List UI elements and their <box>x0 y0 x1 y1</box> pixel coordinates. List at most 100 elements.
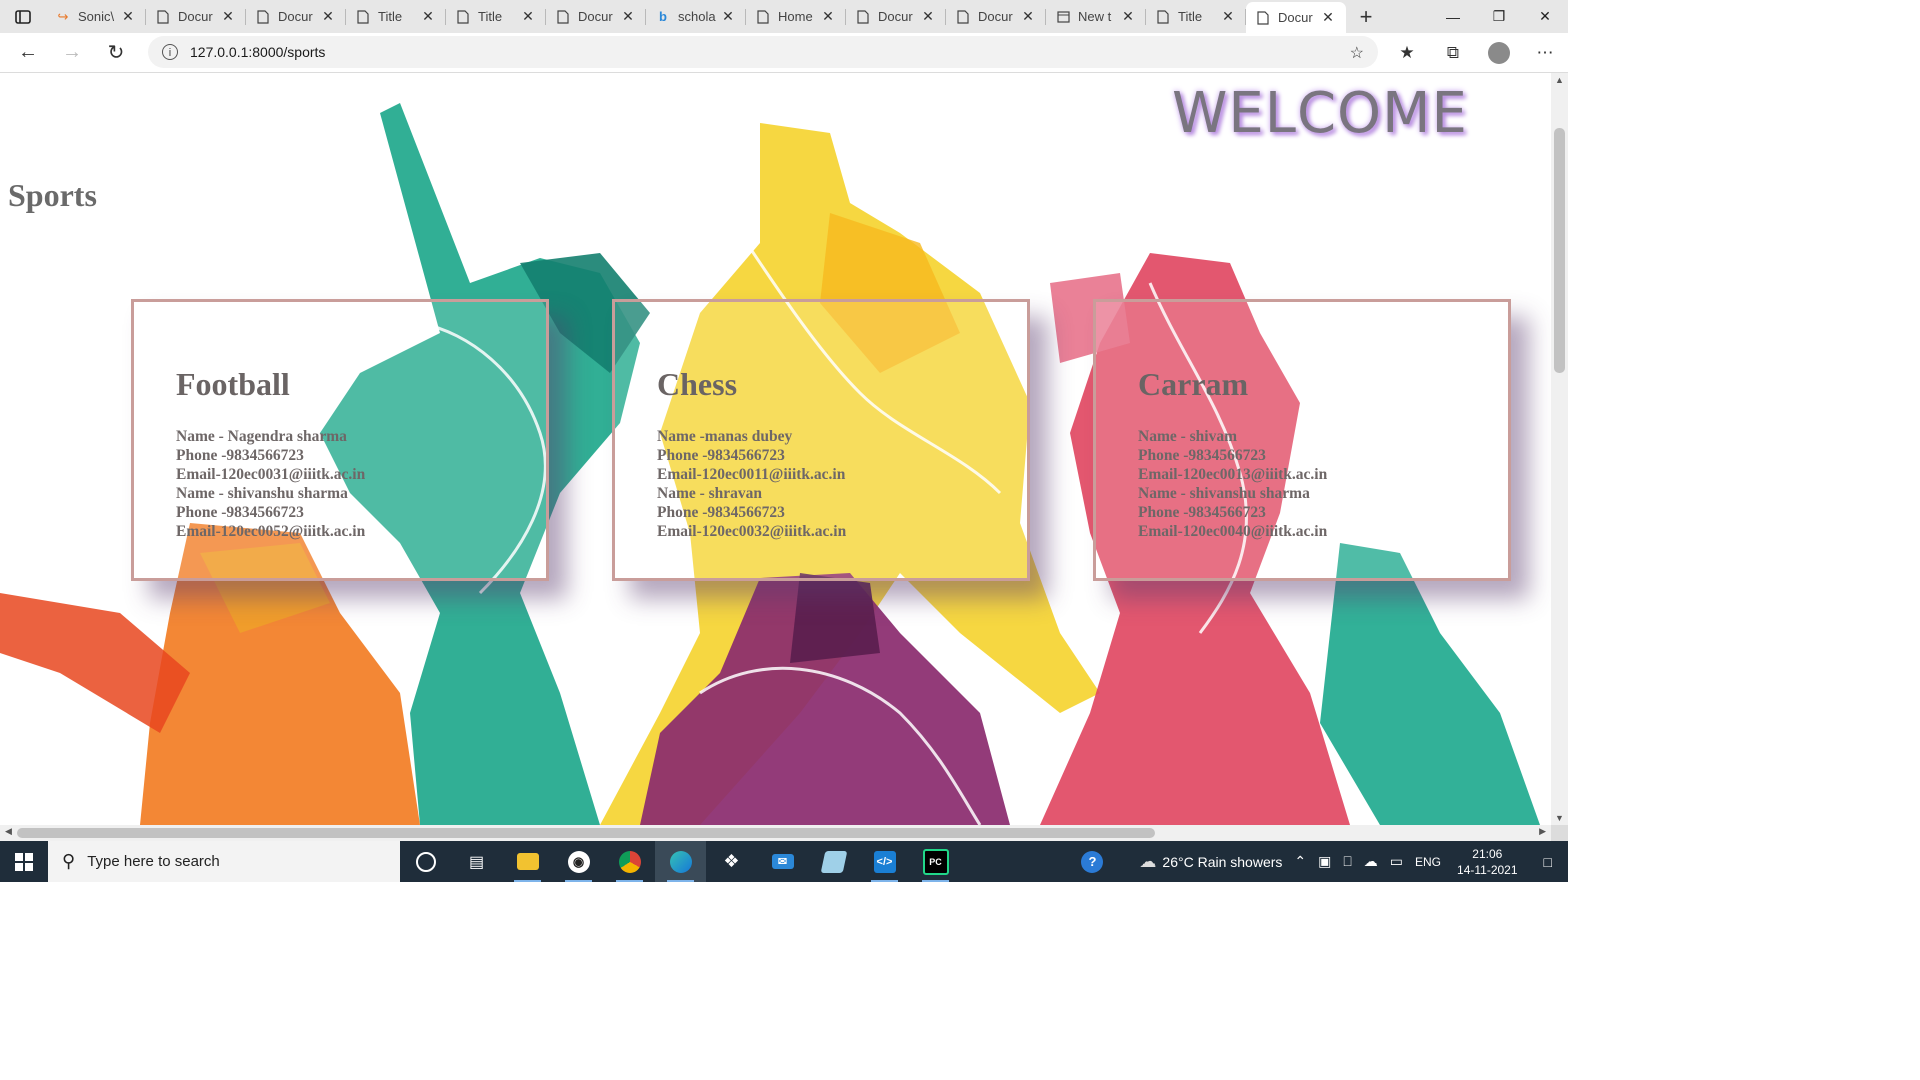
restore-button[interactable]: ❐ <box>1476 0 1522 33</box>
close-window-button[interactable]: ✕ <box>1522 0 1568 33</box>
close-tab-icon[interactable]: ✕ <box>420 8 436 25</box>
file-explorer-button[interactable] <box>502 841 553 882</box>
page-icon <box>156 9 170 24</box>
sonic-icon: ↪ <box>57 8 69 24</box>
site-info-icon[interactable]: i <box>162 44 178 60</box>
browser-tab[interactable]: Title ✕ <box>346 0 446 33</box>
close-tab-icon[interactable]: ✕ <box>1020 8 1036 25</box>
settings-menu-button[interactable]: ⋯ <box>1522 35 1568 71</box>
pycharm-button[interactable]: PC <box>910 841 961 882</box>
bing-icon: b <box>659 9 667 24</box>
notepad-icon <box>820 850 847 873</box>
github-icon: ◉ <box>567 850 590 873</box>
contact-line: Name - shravan <box>657 484 763 502</box>
contact-line: Email-120ec0013@iiitk.ac.in <box>1138 465 1328 483</box>
avatar <box>1488 41 1510 64</box>
close-tab-icon[interactable]: ✕ <box>1120 8 1136 25</box>
horizontal-scrollbar[interactable]: ◀ ▶ <box>0 825 1551 841</box>
scroll-right-icon[interactable]: ▶ <box>1539 826 1546 837</box>
browser-tab[interactable]: b schola ✕ <box>646 0 746 33</box>
vscode-button[interactable]: </> <box>859 841 910 882</box>
close-tab-icon[interactable]: ✕ <box>320 8 336 25</box>
help-button[interactable]: ? <box>1075 850 1109 873</box>
sport-card-football: Football Name - Nagendra sharma Phone -9… <box>131 299 549 581</box>
task-view-button[interactable]: ▤ <box>451 841 502 882</box>
refresh-icon: ↻ <box>107 42 125 64</box>
close-tab-icon[interactable]: ✕ <box>1320 9 1336 26</box>
forward-button[interactable]: → <box>50 35 94 71</box>
page-icon <box>856 9 870 24</box>
battery-icon: ▭ <box>1389 853 1404 869</box>
show-hidden-icons-button[interactable]: ⌃ <box>1288 853 1312 870</box>
language-indicator[interactable]: ENG <box>1409 855 1447 869</box>
tab-actions-button[interactable] <box>0 0 46 33</box>
minimize-button[interactable]: — <box>1430 0 1476 33</box>
collections-button[interactable]: ⧉ <box>1430 35 1476 71</box>
contact-line: Name - Nagendra sharma <box>176 428 347 445</box>
browser-tab[interactable]: ↪ Sonic\ ✕ <box>46 0 146 33</box>
browser-tab[interactable]: Docur ✕ <box>1246 2 1346 33</box>
refresh-button[interactable]: ↻ <box>94 35 138 71</box>
profile-button[interactable] <box>1476 35 1522 71</box>
horizontal-scroll-thumb[interactable] <box>17 828 1155 838</box>
scrollbar-corner <box>1551 825 1568 841</box>
notepad-button[interactable] <box>808 841 859 882</box>
dropbox-button[interactable]: ❖ <box>706 841 757 882</box>
start-button[interactable] <box>0 841 48 882</box>
contact-line: Email-120ec0031@iiitk.ac.in <box>176 465 366 483</box>
tab-label: New t <box>1078 9 1112 24</box>
github-button[interactable]: ◉ <box>553 841 604 882</box>
back-button[interactable]: ← <box>6 35 50 71</box>
taskbar-search[interactable]: ⚲ Type here to search <box>48 841 400 882</box>
browser-tab[interactable]: Docur ✕ <box>546 0 646 33</box>
address-bar[interactable]: i 127.0.0.1:8000/sports ☆ <box>148 36 1378 68</box>
chrome-button[interactable] <box>604 841 655 882</box>
scroll-left-icon[interactable]: ◀ <box>5 826 12 837</box>
vertical-scrollbar[interactable]: ▲ ▼ <box>1551 73 1568 825</box>
vertical-scroll-thumb[interactable] <box>1554 128 1565 373</box>
close-tab-icon[interactable]: ✕ <box>520 8 536 25</box>
browser-toolbar: ← → ↻ i 127.0.0.1:8000/sports ☆ ★ ⧉ ⋯ <box>0 33 1568 73</box>
close-tab-icon[interactable]: ✕ <box>820 8 836 25</box>
edge-button[interactable] <box>655 841 706 882</box>
browser-tab[interactable]: Docur ✕ <box>946 0 1046 33</box>
close-tab-icon[interactable]: ✕ <box>1220 8 1236 25</box>
network-button[interactable]: ▣ <box>1312 853 1337 870</box>
cortana-button[interactable] <box>400 841 451 882</box>
sport-card-chess: Chess Name -manas dubey Phone -983456672… <box>612 299 1030 581</box>
toolbar-right: ★ ⧉ ⋯ <box>1384 33 1568 72</box>
contact-line: Name - shivam <box>1138 428 1238 445</box>
close-tab-icon[interactable]: ✕ <box>120 8 136 25</box>
onedrive-button[interactable]: ☁ <box>1358 853 1384 870</box>
contact-line: Name - shivanshu sharma <box>176 484 348 502</box>
url-text[interactable]: 127.0.0.1:8000/sports <box>190 44 325 60</box>
weather-widget[interactable]: ☁ 26°C Rain showers <box>1109 852 1288 872</box>
newtab-icon <box>1056 10 1070 24</box>
browser-tab[interactable]: Docur ✕ <box>846 0 946 33</box>
browser-tab[interactable]: Title ✕ <box>446 0 546 33</box>
close-tab-icon[interactable]: ✕ <box>220 8 236 25</box>
tab-strip: ↪ Sonic\ ✕ Docur ✕ Docur ✕ Title ✕ Title ✕ Docur ✕ b s… <box>0 0 1568 33</box>
battery-button[interactable]: ▭ <box>1384 853 1409 870</box>
tab-label: Title <box>478 9 503 24</box>
clock[interactable]: 21:06 14-11-2021 <box>1447 846 1528 878</box>
close-tab-icon[interactable]: ✕ <box>620 8 636 25</box>
close-tab-icon[interactable]: ✕ <box>720 8 736 25</box>
device-button[interactable]: ⎕ <box>1337 853 1357 870</box>
browser-tab[interactable]: Docur ✕ <box>146 0 246 33</box>
scroll-up-icon[interactable]: ▲ <box>1551 75 1568 85</box>
browser-tab[interactable]: Docur ✕ <box>246 0 346 33</box>
page-icon <box>1156 9 1170 24</box>
favorites-button[interactable]: ★ <box>1384 35 1430 71</box>
add-favorite-icon[interactable]: ☆ <box>1350 43 1364 63</box>
sport-card-carram: Carram Name - shivam Phone -9834566723 E… <box>1093 299 1511 581</box>
browser-tab[interactable]: Home ✕ <box>746 0 846 33</box>
mail-button[interactable]: ✉ <box>757 841 808 882</box>
new-tab-button[interactable]: + <box>1346 0 1386 33</box>
scroll-down-icon[interactable]: ▼ <box>1551 813 1568 823</box>
plus-icon: + <box>1359 3 1373 29</box>
notifications-button[interactable]: □ <box>1528 854 1568 870</box>
close-tab-icon[interactable]: ✕ <box>920 8 936 25</box>
browser-tab[interactable]: New t ✕ <box>1046 0 1146 33</box>
browser-tab[interactable]: Title ✕ <box>1146 0 1246 33</box>
